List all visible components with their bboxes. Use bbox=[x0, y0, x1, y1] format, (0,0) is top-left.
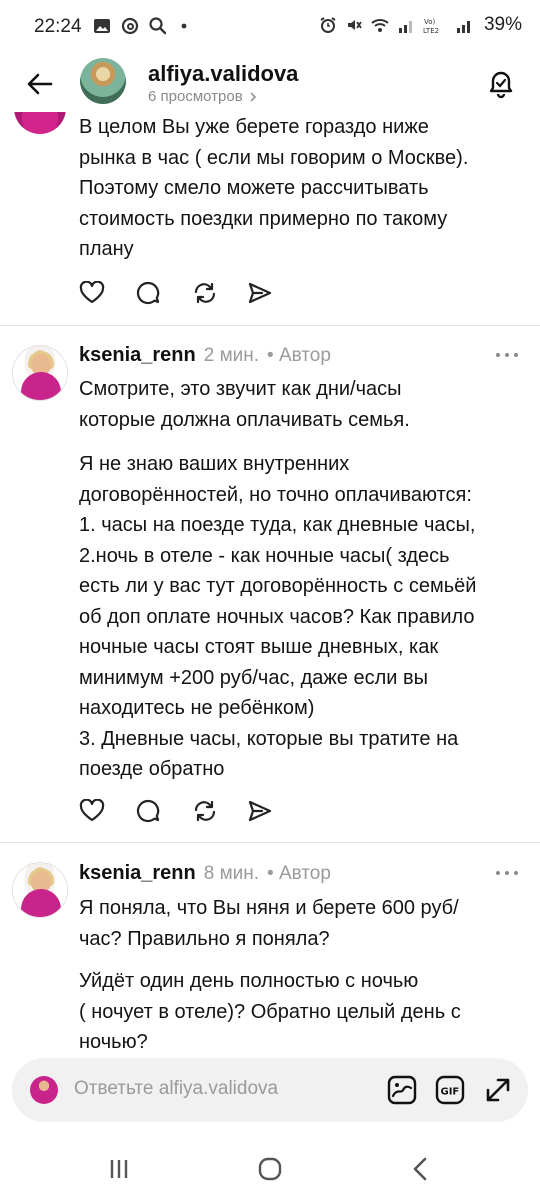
comment-header: ksenia_renn 8 мин. • Автор bbox=[79, 862, 331, 885]
svg-text:Vo): Vo) bbox=[424, 18, 436, 26]
share-button[interactable] bbox=[247, 278, 303, 308]
gif-icon[interactable]: GIF bbox=[434, 1074, 466, 1106]
back-nav-icon[interactable] bbox=[406, 1154, 436, 1184]
battery-level: 39% bbox=[483, 14, 522, 35]
divider bbox=[0, 842, 540, 843]
mute-icon bbox=[347, 20, 362, 30]
comment-actions bbox=[79, 796, 303, 826]
home-icon[interactable] bbox=[255, 1154, 285, 1184]
comment-text: Уйдёт один день полностью с ночью ( ночу… bbox=[79, 970, 461, 1053]
signal-icon bbox=[398, 21, 412, 33]
system-nav-bar bbox=[0, 1140, 540, 1200]
threads-icon bbox=[121, 17, 139, 35]
alarm-icon bbox=[320, 17, 336, 33]
profile-avatar[interactable] bbox=[80, 58, 126, 104]
comment-text: Я не знаю ваших внутренних договорённост… bbox=[79, 453, 477, 780]
back-button[interactable] bbox=[22, 68, 58, 100]
author-badge: • Автор bbox=[267, 863, 331, 884]
signal-2-icon bbox=[456, 21, 470, 33]
comment-icon bbox=[136, 799, 160, 823]
expand-icon[interactable] bbox=[482, 1074, 514, 1106]
repost-button[interactable] bbox=[191, 796, 247, 826]
comment-actions bbox=[79, 278, 303, 308]
reply-input[interactable]: Ответьте alfiya.validova GIF bbox=[12, 1058, 528, 1122]
heart-icon bbox=[79, 799, 105, 822]
more-options-button[interactable] bbox=[496, 868, 518, 878]
reply-placeholder: Ответьте alfiya.validova bbox=[74, 1078, 279, 1099]
comment-time: 2 мин. bbox=[203, 345, 260, 366]
profile-username[interactable]: alfiya.validova bbox=[148, 61, 298, 87]
wifi-icon bbox=[371, 19, 389, 32]
gallery-icon bbox=[94, 19, 110, 33]
svg-text:GIF: GIF bbox=[441, 1087, 460, 1098]
comment-header: ksenia_renn 2 мин. • Автор bbox=[79, 344, 331, 367]
dot-icon bbox=[181, 23, 187, 29]
chevron-right-icon bbox=[250, 91, 256, 102]
avatar[interactable] bbox=[12, 345, 68, 401]
share-button[interactable] bbox=[247, 796, 303, 826]
author-badge: • Автор bbox=[267, 345, 331, 366]
reply-bar: Ответьте alfiya.validova GIF bbox=[0, 1048, 540, 1138]
comment-text: Я поняла, что Вы няня и берете 600 руб/ … bbox=[79, 897, 459, 950]
send-icon bbox=[248, 282, 272, 304]
svg-text:LTE2: LTE2 bbox=[423, 27, 439, 35]
like-button[interactable] bbox=[79, 796, 135, 826]
repost-button[interactable] bbox=[191, 278, 247, 308]
reply-button[interactable] bbox=[135, 278, 191, 308]
notification-bell-icon[interactable] bbox=[484, 66, 518, 100]
like-button[interactable] bbox=[79, 278, 135, 308]
more-options-button[interactable] bbox=[496, 350, 518, 360]
repost-icon bbox=[194, 800, 216, 822]
sticker-icon[interactable] bbox=[386, 1074, 418, 1106]
comment-icon bbox=[136, 281, 160, 305]
status-left-icons bbox=[92, 16, 196, 36]
views-link[interactable]: 6 просмотров bbox=[148, 88, 257, 105]
recent-apps-icon[interactable] bbox=[104, 1154, 134, 1184]
comment-username[interactable]: ksenia_renn bbox=[79, 344, 196, 367]
search-icon bbox=[149, 17, 167, 35]
avatar bbox=[30, 1076, 58, 1104]
heart-icon bbox=[79, 281, 105, 304]
reply-button[interactable] bbox=[135, 796, 191, 826]
send-icon bbox=[248, 800, 272, 822]
divider bbox=[0, 325, 540, 326]
repost-icon bbox=[194, 282, 216, 304]
arrow-left-icon bbox=[27, 73, 53, 95]
comment-time: 8 мин. bbox=[203, 863, 260, 884]
comment-username[interactable]: ksenia_renn bbox=[79, 862, 196, 885]
views-count: 6 просмотров bbox=[148, 88, 243, 105]
status-bar: 22:24 Vo) LTE2 39% bbox=[0, 0, 540, 56]
thread-header: alfiya.validova 6 просмотров bbox=[0, 56, 540, 112]
comment-text: В целом Вы уже берете гораздо ниже рынка… bbox=[79, 116, 469, 260]
comment-text: Смотрите, это звучит как дни/часы которы… bbox=[79, 378, 410, 431]
status-right-icons: Vo) LTE2 39% bbox=[318, 14, 522, 36]
status-time: 22:24 bbox=[34, 16, 82, 37]
avatar[interactable] bbox=[12, 862, 68, 918]
volte-icon: Vo)LTE2 bbox=[423, 18, 439, 35]
